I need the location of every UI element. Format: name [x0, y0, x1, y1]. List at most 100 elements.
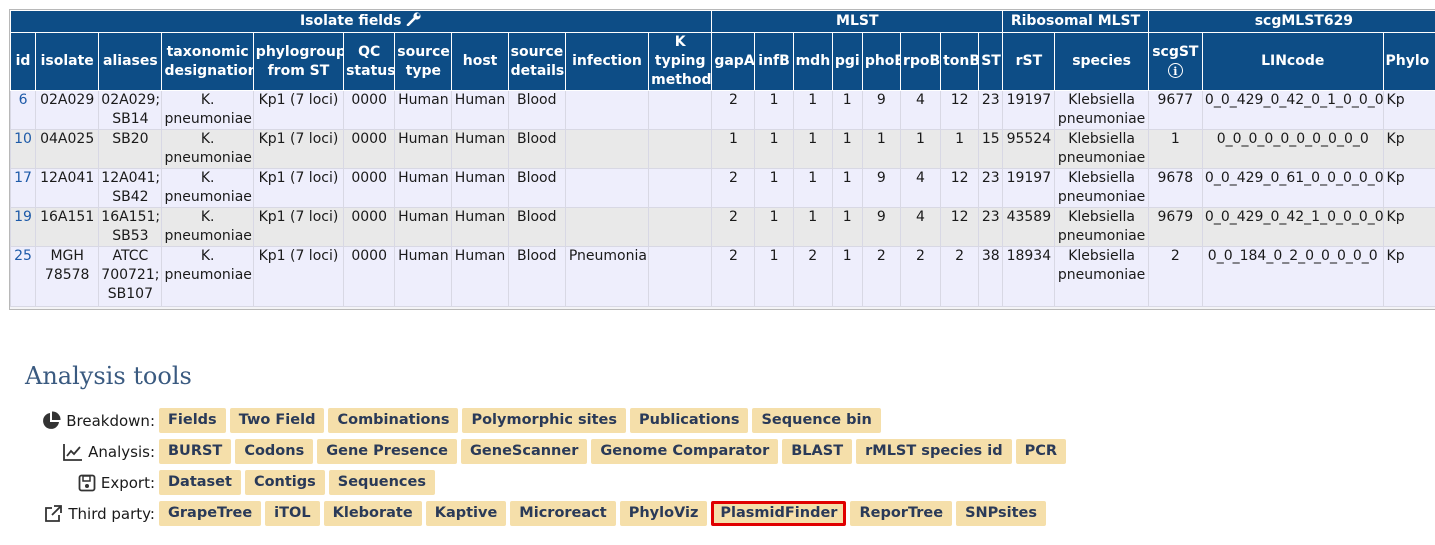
col-header-tonb[interactable]: tonB — [940, 32, 980, 91]
col-header-qc-status[interactable]: QC status — [343, 32, 396, 91]
cell-rpob: 4 — [899, 207, 942, 247]
cell-rst: 95524 — [1002, 129, 1056, 169]
cell-pgi: 1 — [831, 246, 863, 307]
tool-button-publications[interactable]: Publications — [630, 408, 749, 433]
cell-source-details: Blood — [507, 246, 566, 307]
tool-row-export: Export: Dataset Contigs Sequences — [0, 470, 439, 495]
tool-button-phyloviz[interactable]: PhyloViz — [619, 501, 708, 526]
col-header-mdh[interactable]: mdh — [792, 32, 833, 91]
tool-button-kaptive[interactable]: Kaptive — [425, 501, 507, 526]
tool-button-grapetree[interactable]: GrapeTree — [159, 501, 262, 526]
tool-button-polymorphic-sites[interactable]: Polymorphic sites — [462, 408, 627, 433]
cell-infb: 1 — [754, 90, 794, 130]
tool-button-gene-presence[interactable]: Gene Presence — [317, 439, 458, 464]
tool-button-snpsites[interactable]: SNPsites — [956, 501, 1047, 526]
cell-phoe: 1 — [861, 129, 901, 169]
cell-phylo: Kp — [1382, 207, 1435, 247]
col-header-st[interactable]: ST — [978, 32, 1004, 91]
tool-button-sequences[interactable]: Sequences — [328, 470, 435, 495]
col-header-phylogroup[interactable]: phylogroup from ST — [252, 32, 345, 91]
col-header-scgst[interactable]: scgST i — [1147, 32, 1203, 91]
cell-k-typing — [648, 246, 713, 307]
col-header-taxonomic-designation[interactable]: taxonomic designation — [161, 32, 254, 91]
col-header-infection[interactable]: infection — [564, 32, 650, 91]
isolate-table: Isolate fields MLST Ribosomal MLST scgML… — [10, 10, 1435, 307]
col-header-scgst-label: scgST — [1152, 43, 1199, 60]
cell-id[interactable]: 25 — [10, 246, 37, 307]
cell-qc: 0000 — [343, 168, 396, 208]
cell-st: 23 — [978, 90, 1004, 130]
isolate-table-container[interactable]: Isolate fields MLST Ribosomal MLST scgML… — [9, 9, 1435, 310]
cell-mdh: 1 — [792, 168, 833, 208]
tool-button-reportree[interactable]: ReporTree — [850, 501, 953, 526]
cell-isolate: 12A041 — [35, 168, 100, 208]
col-header-gapa[interactable]: gapA — [711, 32, 756, 91]
analysis-tools-title: Analysis tools — [25, 362, 192, 390]
col-header-host[interactable]: host — [451, 32, 509, 91]
tool-button-two-field[interactable]: Two Field — [229, 408, 325, 433]
cell-aliases: 02A029; SB14 — [98, 90, 163, 130]
col-header-phylo[interactable]: Phylo — [1382, 32, 1435, 91]
cell-infection — [564, 168, 650, 208]
col-header-pgi[interactable]: pgi — [831, 32, 863, 91]
cell-species: Klebsiella pneumoniae — [1054, 129, 1149, 169]
tool-row-label-text: Third party: — [68, 504, 155, 523]
tool-button-burst[interactable]: BURST — [159, 439, 232, 464]
tool-button-dataset[interactable]: Dataset — [159, 470, 241, 495]
tool-button-pcr[interactable]: PCR — [1015, 439, 1067, 464]
col-header-rst[interactable]: rST — [1002, 32, 1056, 91]
col-header-lincode[interactable]: LINcode — [1201, 32, 1384, 91]
tool-button-kleborate[interactable]: Kleborate — [323, 501, 422, 526]
col-header-rpob[interactable]: rpoB — [899, 32, 942, 91]
col-header-species[interactable]: species — [1054, 32, 1149, 91]
cell-id[interactable]: 17 — [10, 168, 37, 208]
tool-button-genescanner[interactable]: GeneScanner — [461, 439, 588, 464]
cell-species: Klebsiella pneumoniae — [1054, 90, 1149, 130]
col-header-k-typing-method[interactable]: K typing method — [648, 32, 713, 91]
col-header-isolate[interactable]: isolate — [35, 32, 100, 91]
cell-id[interactable]: 10 — [10, 129, 37, 169]
cell-tonb: 12 — [940, 207, 980, 247]
tool-button-fields[interactable]: Fields — [159, 408, 226, 433]
cell-infb: 1 — [754, 129, 794, 169]
cell-rpob: 4 — [899, 168, 942, 208]
table-row: 10 04A025 SB20 K. pneumoniae Kp1 (7 loci) 000… — [10, 129, 1435, 169]
cell-pgi: 1 — [831, 129, 863, 169]
tool-button-blast[interactable]: BLAST — [782, 439, 853, 464]
col-header-source-details[interactable]: source details — [507, 32, 566, 91]
cell-phoe: 9 — [861, 168, 901, 208]
col-header-id[interactable]: id — [10, 32, 37, 91]
tool-button-codons[interactable]: Codons — [235, 439, 314, 464]
cell-id[interactable]: 19 — [10, 207, 37, 247]
cell-tonb: 12 — [940, 90, 980, 130]
col-header-source-type[interactable]: source type — [394, 32, 453, 91]
cell-lincode: 0_0_184_0_2_0_0_0_0_0 — [1201, 246, 1384, 307]
tool-button-contigs[interactable]: Contigs — [244, 470, 325, 495]
col-header-infb[interactable]: infB — [754, 32, 794, 91]
col-header-phoe[interactable]: phoE — [861, 32, 901, 91]
cell-mdh: 2 — [792, 246, 833, 307]
tool-row-label-text: Analysis: — [88, 442, 155, 461]
table-row: 25 MGH 78578 ATCC 700721; SB107 K. pneumoni… — [10, 246, 1435, 307]
tool-button-genome-comparator[interactable]: Genome Comparator — [591, 439, 779, 464]
tool-row-breakdown: Breakdown: Fields Two Field Combinations Pol… — [0, 408, 885, 433]
tool-button-sequence-bin[interactable]: Sequence bin — [752, 408, 881, 433]
tool-row-label: Breakdown: — [0, 410, 155, 431]
cell-taxonomic-designation: K. pneumoniae — [161, 246, 254, 307]
cell-source-details: Blood — [507, 90, 566, 130]
cell-phylo: Kp — [1382, 129, 1435, 169]
tool-button-itol[interactable]: iTOL — [265, 501, 320, 526]
tool-button-microreact[interactable]: Microreact — [510, 501, 616, 526]
cell-id[interactable]: 6 — [10, 90, 37, 130]
cell-source-type: Human — [394, 168, 453, 208]
info-icon[interactable]: i — [1167, 62, 1183, 78]
tool-button-rmlst-species-id[interactable]: rMLST species id — [856, 439, 1012, 464]
cell-isolate: 02A029 — [35, 90, 100, 130]
wrench-icon[interactable] — [406, 12, 422, 26]
col-header-aliases[interactable]: aliases — [98, 32, 163, 91]
tool-button-plasmidfinder[interactable]: PlasmidFinder — [711, 501, 847, 526]
tool-button-combinations[interactable]: Combinations — [328, 408, 459, 433]
cell-host: Human — [451, 246, 509, 307]
cell-pgi: 1 — [831, 90, 863, 130]
cell-tonb: 12 — [940, 168, 980, 208]
